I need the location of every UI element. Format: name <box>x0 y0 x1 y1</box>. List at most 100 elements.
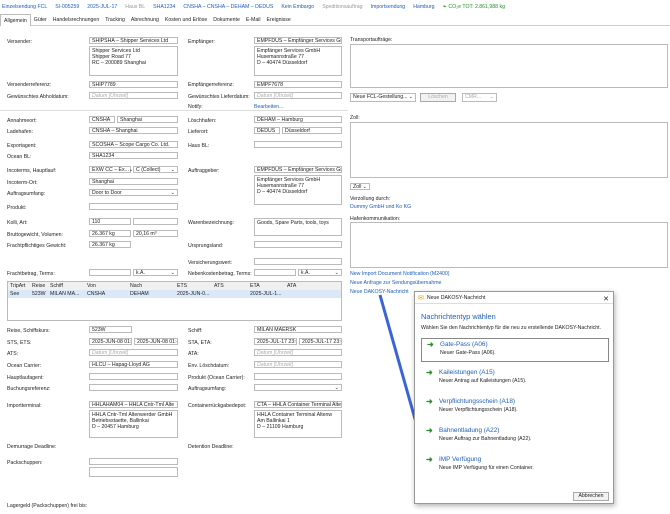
importterminal-address[interactable]: HHLA Cntr-Tml Altenwerder GmbH Betriebss… <box>89 410 178 438</box>
annahmeort-code[interactable]: CNSHA <box>89 116 115 123</box>
option-kaileistungen[interactable]: ➜ Kaileistungen (A15) Neuer Antrag auf K… <box>421 367 609 391</box>
auftraggeber-select[interactable]: EMPFDUS – Empfänger Services Gmb <box>254 166 342 173</box>
notify-edit-link[interactable]: Bearbeiten... <box>254 104 283 110</box>
eta-input[interactable]: 2025-JUL-17 23:0 <box>299 338 342 345</box>
lieferdatum-input[interactable]: Datum [Uhrzeit] <box>254 92 342 99</box>
brutto-input[interactable]: 26.367 kg <box>89 230 131 237</box>
containerrueck-address[interactable]: HHLA Container Terminal Altenw Am Ballin… <box>254 410 342 438</box>
empfref-input[interactable]: EMPF7678 <box>254 81 342 88</box>
versicherung-input[interactable] <box>254 258 342 265</box>
grid-header-cell[interactable]: ATA <box>285 282 315 290</box>
ursprung-input[interactable] <box>254 241 342 248</box>
tab-allgemein[interactable]: Allgemein <box>0 14 31 26</box>
lieferort-name[interactable]: Düsseldorf <box>282 127 342 134</box>
tab-ereignisse[interactable]: Ereignisse <box>264 14 294 25</box>
direction-header[interactable]: Importsendung <box>371 4 406 10</box>
ats-input[interactable]: Datum [Uhrzeit] <box>89 349 178 356</box>
importterminal-select[interactable]: HHLAHAM04 – HHLA Cntr-Tml Alte <box>89 401 178 408</box>
close-icon[interactable]: ✕ <box>603 295 609 303</box>
option-verpflichtungsschein[interactable]: ➜ Verpflichtungsschein (A18) Neuer Verpf… <box>421 396 609 420</box>
hausbl-input[interactable] <box>254 141 342 148</box>
grid-header-cell[interactable]: ETS <box>175 282 212 290</box>
produkt-carrier-input[interactable] <box>254 373 342 380</box>
grid-header-cell[interactable]: ETA <box>248 282 285 290</box>
hauptlauf-input[interactable] <box>89 373 178 380</box>
lieferort-code[interactable]: DEDUS <box>254 127 280 134</box>
incoterms-collect-select[interactable]: C (Collect) ⌄ <box>133 166 178 173</box>
shipment-ref[interactable]: SI-005259 <box>55 4 79 10</box>
tab-kosten-erloese[interactable]: Kosten und Erlöse <box>162 14 210 25</box>
nebenkosten-input[interactable] <box>254 269 296 276</box>
packschuppen-input[interactable] <box>89 458 178 465</box>
zoll-label: Zoll: <box>350 115 360 121</box>
auftraggeber-address[interactable]: Empfänger Services GmbH Husemannstraße 7… <box>254 175 342 205</box>
grid-header-cell[interactable]: Schiff <box>48 282 85 290</box>
sts-input[interactable]: 2025-JUN-08 01:4 <box>89 338 132 345</box>
tab-email[interactable]: E-Mail <box>243 14 264 25</box>
incoterms-select[interactable]: EXW CC – Ex... ⌄ <box>89 166 133 173</box>
zoll-select[interactable]: Zoll ⌄ <box>350 183 370 190</box>
table-row[interactable]: See 523W MILAN MA... CNSHA DEHAM 2025-JU… <box>8 290 341 298</box>
ets-input[interactable]: 2025-JUN-08 01:4 <box>134 338 178 345</box>
nebenkosten-terms-select[interactable]: k.A. ⌄ <box>298 269 342 276</box>
containerrueck-select[interactable]: CTA – HHLA Container Terminal Alte <box>254 401 342 408</box>
ocean-bl-input[interactable]: SHA1234 <box>89 152 178 159</box>
ladehafen-input[interactable]: CNSHA – Shanghai <box>89 127 178 134</box>
option-imp-verfuegung[interactable]: ➜ IMP Verfügung Neue IMP Verfügung für e… <box>421 454 609 478</box>
grid-header-cell[interactable]: Nach <box>128 282 175 290</box>
verzollung-link[interactable]: Dummy GmbH und Ko KG <box>350 204 411 210</box>
cancel-button[interactable]: Abbrechen <box>573 492 609 501</box>
loeschhafen-input[interactable]: DEHAM – Hamburg <box>254 116 342 123</box>
reise-input[interactable]: 523W <box>89 326 132 333</box>
option-bahnentladung[interactable]: ➜ Bahnentladung (A22) Neuer Auftrag zur … <box>421 425 609 449</box>
routing-grid[interactable]: TripArt Reise Schiff Von Nach ETS ATS ET… <box>7 281 342 321</box>
tab-gueter[interactable]: Güter <box>31 14 50 25</box>
schiff-input[interactable]: MILAN MAERSK <box>254 326 342 333</box>
hafenkomm-list[interactable] <box>350 222 668 268</box>
grid-header-cell[interactable]: Von <box>85 282 128 290</box>
auftragsumfang-select[interactable]: Door to Door ⌄ <box>89 189 178 196</box>
versender-address[interactable]: Shipper Services Ltd Shipper Road 77 RC … <box>89 46 178 76</box>
grid-header-cell[interactable]: Reise <box>30 282 48 290</box>
tab-tracking[interactable]: Tracking <box>102 14 128 25</box>
tab-abrechnung[interactable]: Abrechnung <box>128 14 162 25</box>
tab-dokumente[interactable]: Dokumente <box>210 14 243 25</box>
transport-list[interactable] <box>350 44 668 88</box>
sta-input[interactable]: 2025-JUL-17 23:0 <box>254 338 297 345</box>
import-doc-notification-link[interactable]: New Import Document Notification (M2400) <box>350 271 449 277</box>
abholdatum-input[interactable]: Datum [Uhrzeit] <box>89 92 178 99</box>
warenbez-input[interactable]: Goods, Spare Parts, tools, toys <box>254 218 342 236</box>
carrier-input[interactable]: HLCU – Hapag-Lloyd AG <box>89 361 178 368</box>
branch-header[interactable]: Hamburg <box>413 4 434 10</box>
cmr-button[interactable]: CMR... ⌄ <box>462 93 497 102</box>
tab-handelsrechnungen[interactable]: Handelsrechnungen <box>50 14 102 25</box>
grid-header-cell[interactable]: ATS <box>212 282 248 290</box>
versender-select[interactable]: SHIPSHA – Shipper Services Ltd <box>89 37 178 44</box>
kolli-art-input[interactable] <box>133 218 178 225</box>
loeschdatum-input[interactable]: Datum [Uhrzeit] <box>254 361 342 368</box>
loeschen-button[interactable]: Löschen <box>420 93 456 102</box>
zoll-list[interactable] <box>350 122 668 178</box>
auftragsumfang-value: Door to Door <box>92 190 122 196</box>
empfaenger-address[interactable]: Empfänger Services GmbH Husemannstraße 7… <box>254 46 342 76</box>
option-gate-pass[interactable]: ➜ Gate-Pass (A06) Neuer Gate-Pass (A06). <box>421 338 609 362</box>
fracht-input[interactable]: 26.367 kg <box>89 241 131 248</box>
buchung-input[interactable] <box>89 384 178 391</box>
incoterms-ort-input[interactable]: Shanghai <box>89 178 178 185</box>
embargo-header[interactable]: Kein Embargo <box>281 4 314 10</box>
frachtbetrag-terms-select[interactable]: k.A. ⌄ <box>133 269 178 276</box>
versenderreferenz-input[interactable]: SHIP7789 <box>89 81 178 88</box>
ata-input[interactable]: Datum [Uhrzeit] <box>254 349 342 356</box>
sendungsuebernahme-link[interactable]: Neue Anfrage zur Sendungsübernahme <box>350 280 441 286</box>
annahmeort-name[interactable]: Shanghai <box>117 116 178 123</box>
produkt-input[interactable] <box>89 203 178 210</box>
exportagent-input[interactable]: SCOSHA – Scope Cargo Co. Ltd. <box>89 141 178 148</box>
neue-fcl-button[interactable]: Neue FCL-Gestellung... ⌄ <box>350 93 416 102</box>
auftragsumfang-carrier-select[interactable]: ⌄ <box>254 384 342 391</box>
empfaenger-select[interactable]: EMPFDUS – Empfänger Services Gmb <box>254 37 342 44</box>
frachtbetrag-input[interactable] <box>89 269 131 276</box>
grid-header-cell[interactable]: TripArt <box>8 282 30 290</box>
packschuppen-address[interactable] <box>89 467 178 477</box>
volumen-input[interactable]: 20,16 m³ <box>133 230 178 237</box>
kolli-input[interactable]: 110 <box>89 218 131 225</box>
